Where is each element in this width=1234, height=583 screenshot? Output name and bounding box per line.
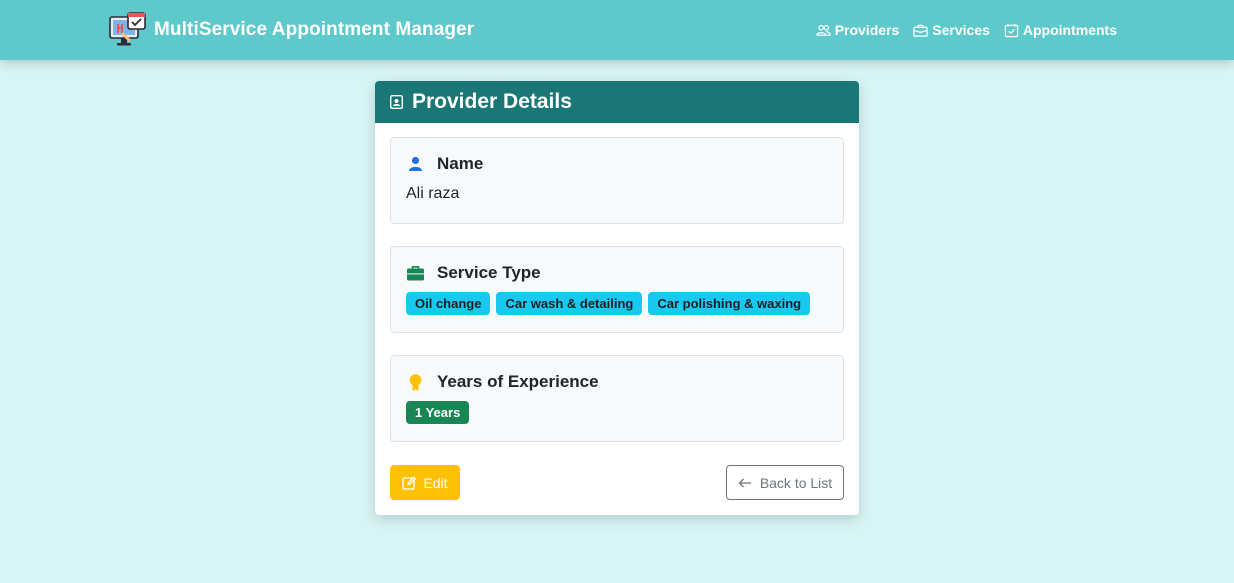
nav-appointments[interactable]: Appointments xyxy=(1004,22,1117,38)
award-icon xyxy=(409,373,422,391)
card-header: Provider Details xyxy=(375,81,859,123)
nav-providers-label: Providers xyxy=(834,22,900,38)
edit-icon xyxy=(402,475,417,490)
service-badge: Oil change xyxy=(406,292,491,315)
name-heading: Name xyxy=(437,154,484,173)
arrow-left-icon xyxy=(738,478,751,487)
nav-links: Providers Services Appointments xyxy=(816,19,1117,41)
service-type-heading: Service Type xyxy=(437,263,541,282)
back-to-list-button[interactable]: Back to List xyxy=(726,465,844,500)
nav-providers[interactable]: Providers xyxy=(816,22,900,38)
nav-services-label: Services xyxy=(932,22,990,38)
briefcase-icon xyxy=(913,24,928,37)
person-icon xyxy=(409,156,422,171)
edit-button[interactable]: Edit xyxy=(390,465,460,500)
back-button-label: Back to List xyxy=(759,474,833,491)
provider-name: Ali raza xyxy=(406,185,460,202)
experience-badges: 1 Years xyxy=(406,401,828,424)
nav-services[interactable]: Services xyxy=(913,22,990,38)
provider-details-card: Provider Details Name Ali raza Service T… xyxy=(375,81,859,515)
experience-badge: 1 Years xyxy=(406,401,470,424)
service-badge: Car polishing & waxing xyxy=(648,292,811,315)
service-type-section: Service Type Oil change Car wash & detai… xyxy=(390,246,844,333)
name-section: Name Ali raza xyxy=(390,137,844,224)
calendar-check-icon xyxy=(1004,23,1019,37)
people-icon xyxy=(816,24,831,36)
service-badges: Oil change Car wash & detailing Car poli… xyxy=(406,292,828,315)
app-title: MultiService Appointment Manager xyxy=(154,19,475,40)
brand-link[interactable]: MultiService Appointment Manager xyxy=(109,12,474,48)
navbar: MultiService Appointment Manager Provide… xyxy=(0,0,1234,60)
edit-button-label: Edit xyxy=(423,474,448,491)
experience-section: Years of Experience 1 Years xyxy=(390,355,844,442)
card-title: Provider Details xyxy=(412,90,572,113)
service-badge: Car wash & detailing xyxy=(496,292,643,315)
experience-heading: Years of Experience xyxy=(437,372,599,391)
computer-calendar-logo-icon xyxy=(109,12,146,46)
person-badge-icon xyxy=(390,95,403,109)
briefcase-icon xyxy=(407,265,424,280)
nav-appointments-label: Appointments xyxy=(1022,22,1117,38)
